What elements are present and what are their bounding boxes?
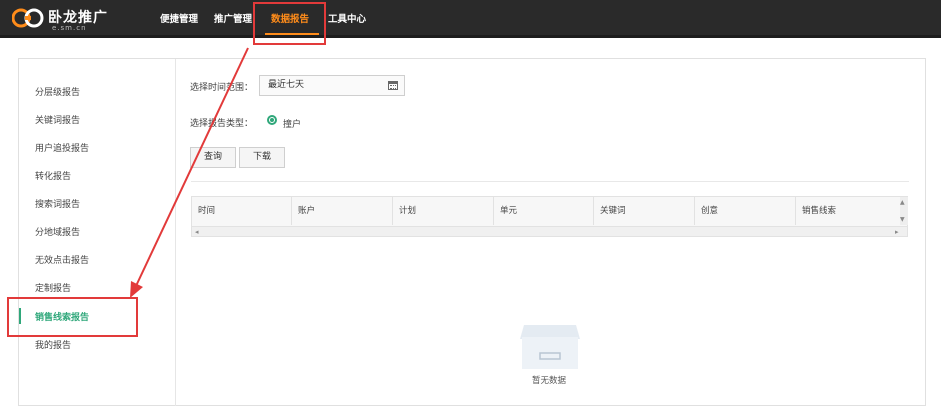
- table-header-creative[interactable]: 创意: [695, 197, 796, 225]
- scroll-up-icon[interactable]: ▲: [900, 199, 905, 206]
- brand-logo-icon: [12, 8, 44, 28]
- scroll-down-icon[interactable]: ▼: [900, 216, 905, 223]
- sidebar-item-region-report[interactable]: 分地域报告: [35, 225, 80, 241]
- scroll-left-icon[interactable]: ◂: [195, 228, 199, 236]
- sidebar-item-keyword-report[interactable]: 关键词报告: [35, 113, 80, 129]
- section-divider: [191, 181, 909, 182]
- sidebar-item-my-report[interactable]: 我的报告: [35, 338, 71, 354]
- empty-state-text: 暂无数据: [532, 376, 567, 386]
- query-button[interactable]: 查询: [190, 147, 236, 168]
- table-header-unit[interactable]: 单元: [494, 197, 594, 225]
- table-horizontal-scrollbar[interactable]: ◂ ▸: [192, 226, 907, 236]
- calendar-icon[interactable]: [388, 81, 398, 90]
- table-header-account[interactable]: 账户: [292, 197, 393, 225]
- download-button[interactable]: 下载: [239, 147, 285, 168]
- sidebar-item-custom-report[interactable]: 定制报告: [35, 281, 71, 297]
- table-vertical-scrollbar[interactable]: ▲ ▼: [900, 197, 908, 225]
- report-type-radio[interactable]: [267, 115, 277, 125]
- time-range-label: 选择时间范围：: [190, 83, 254, 93]
- sidebar-item-hierarchy-report[interactable]: 分层级报告: [35, 85, 80, 101]
- report-table: 时间 账户 计划 单元 关键词 创意 销售线索 ▲ ▼ ◂ ▸: [191, 196, 908, 237]
- brand-subtitle: e.sm.cn: [52, 24, 87, 32]
- nav-tab-tool-center[interactable]: 工具中心: [328, 0, 366, 38]
- report-sidebar: 分层级报告 关键词报告 用户追投报告 转化报告 搜索词报告 分地域报告 无效点击…: [19, 59, 176, 406]
- sidebar-active-indicator: [19, 308, 21, 324]
- time-range-select[interactable]: 最近七天: [259, 75, 405, 96]
- brand-logo[interactable]: 卧龙推广 e.sm.cn: [10, 6, 140, 34]
- scroll-right-icon[interactable]: ▸: [895, 228, 899, 236]
- table-header-time[interactable]: 时间: [192, 197, 292, 225]
- sidebar-item-search-term-report[interactable]: 搜索词报告: [35, 197, 80, 213]
- nav-active-indicator: [265, 33, 319, 35]
- time-range-value: 最近七天: [268, 80, 305, 90]
- nav-tab-quick-manage[interactable]: 便捷管理: [160, 0, 198, 38]
- sidebar-item-sales-lead-report[interactable]: 销售线索报告: [35, 310, 89, 326]
- nav-tab-promotion-manage[interactable]: 推广管理: [214, 0, 252, 38]
- table-header-sales-lead[interactable]: 销售线索: [796, 197, 900, 225]
- sidebar-item-user-retarget-report[interactable]: 用户追投报告: [35, 141, 89, 157]
- report-type-option-label: 撞户: [283, 120, 302, 130]
- sidebar-item-invalid-click-report[interactable]: 无效点击报告: [35, 253, 89, 269]
- empty-box-icon: [520, 325, 580, 369]
- table-header-keyword[interactable]: 关键词: [594, 197, 695, 225]
- table-header-plan[interactable]: 计划: [393, 197, 494, 225]
- report-panel: 分层级报告 关键词报告 用户追投报告 转化报告 搜索词报告 分地域报告 无效点击…: [18, 58, 926, 406]
- sidebar-item-conversion-report[interactable]: 转化报告: [35, 169, 71, 185]
- report-type-label: 选择报告类型：: [190, 119, 254, 129]
- top-nav-bar: 卧龙推广 e.sm.cn 便捷管理 推广管理 数据报告 工具中心: [0, 0, 941, 38]
